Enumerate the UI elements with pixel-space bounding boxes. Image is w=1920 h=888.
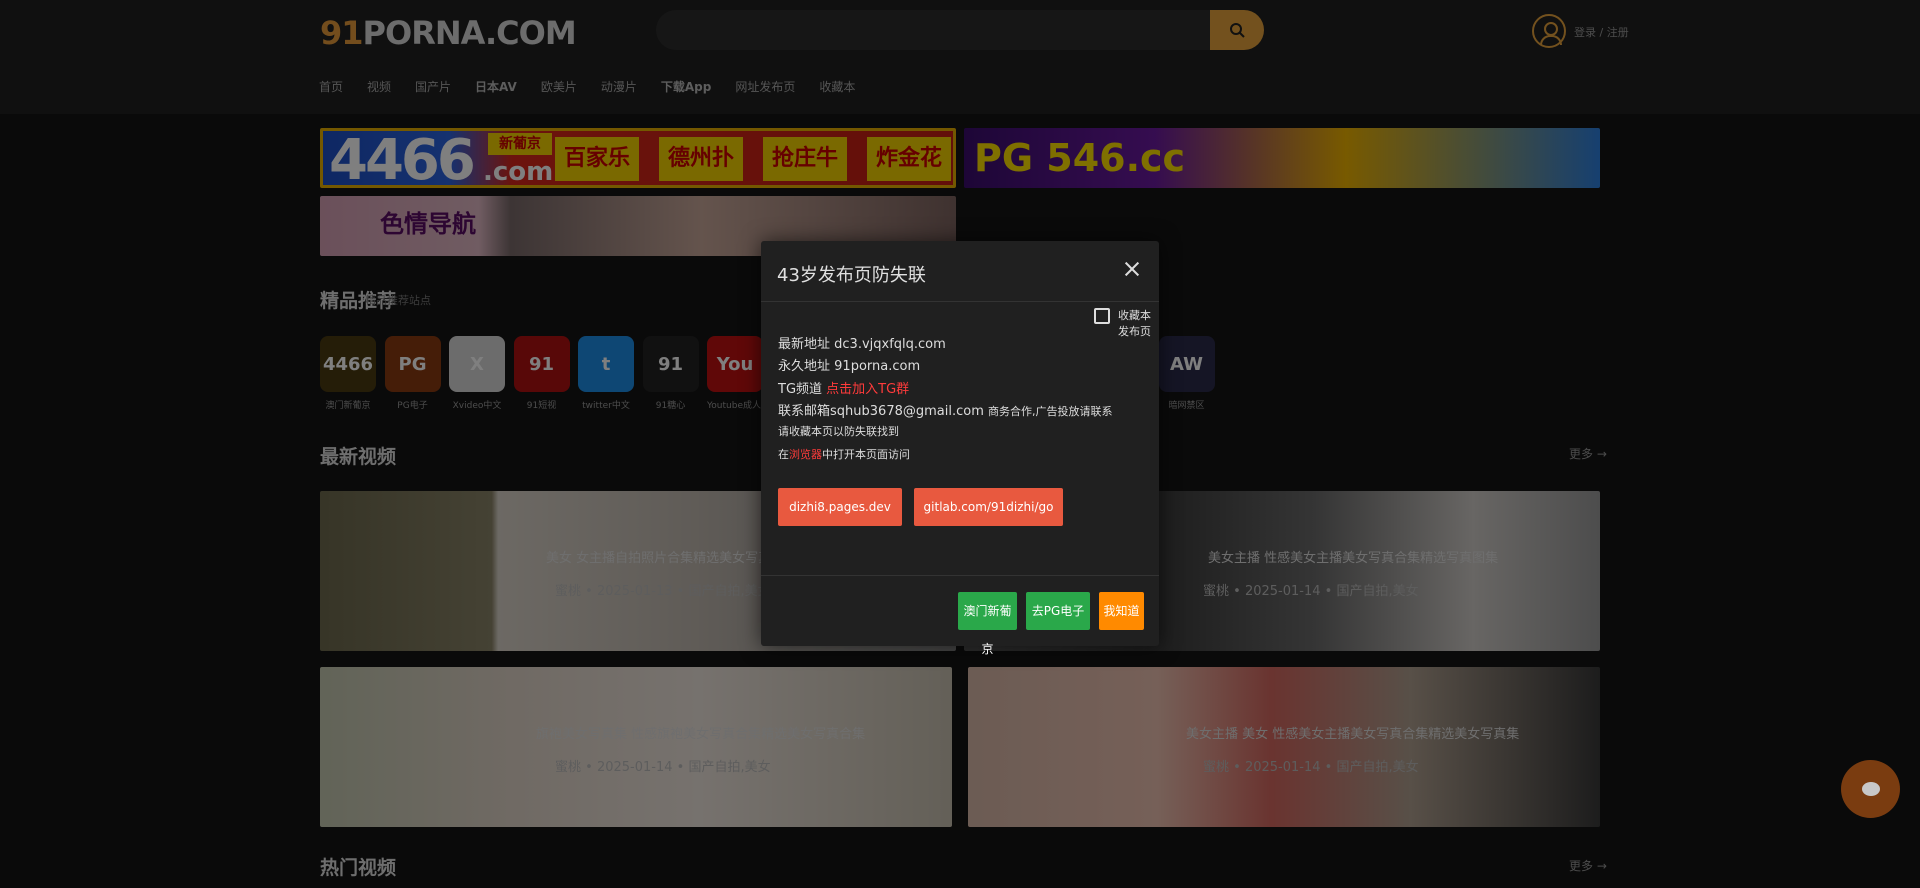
acknowledge-button[interactable]: 我知道: [1099, 592, 1144, 630]
floating-action-icon[interactable]: [1841, 760, 1900, 818]
close-icon[interactable]: [1122, 259, 1142, 279]
announcement-modal: 43岁发布页防失联 收藏本发布页 最新地址 dc3.vjqxfqlq.com 永…: [761, 241, 1159, 656]
modal-line-latest: 最新地址 dc3.vjqxfqlq.com: [778, 337, 946, 352]
modal-line-browser: 在浏览器中打开本页面访问: [778, 448, 910, 461]
modal-line-email: 联系邮箱sqhub3678@gmail.com 商务合作,广告投放请联系: [778, 404, 1113, 419]
tg-link[interactable]: 点击加入TG群: [826, 382, 909, 397]
gitlab-link-button[interactable]: gitlab.com/91dizhi/go: [914, 488, 1063, 526]
modal-line-tg: TG频道 点击加入TG群: [778, 382, 910, 397]
modal-line-permanent: 永久地址 91porna.com: [778, 359, 921, 374]
modal-title: 43岁发布页防失联: [777, 265, 926, 286]
bookmark-icon[interactable]: [1094, 308, 1110, 324]
pg-button[interactable]: 去PG电子: [1026, 592, 1090, 630]
modal-divider: [761, 575, 1159, 576]
casino-button[interactable]: 澳门新葡京: [958, 592, 1017, 656]
modal-line-bookmark: 请收藏本页以防失联找到: [778, 425, 899, 438]
page: 91PORNA.COM 登录 / 注册 首页视频国产片日本AV欧美片动漫片下载A…: [0, 0, 1920, 888]
bookmark-link[interactable]: 收藏本发布页: [1118, 307, 1159, 339]
mirror-link-button[interactable]: dizhi8.pages.dev: [778, 488, 902, 526]
modal-divider: [761, 301, 1159, 302]
